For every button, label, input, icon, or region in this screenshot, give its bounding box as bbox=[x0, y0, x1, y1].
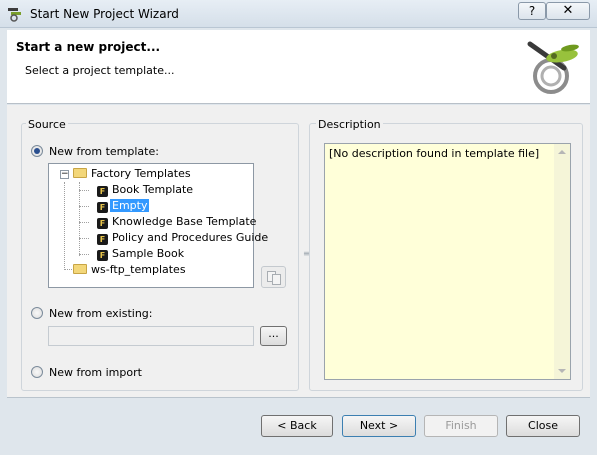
description-text: [No description found in template file] bbox=[329, 147, 540, 160]
window-title: Start New Project Wizard bbox=[30, 7, 179, 21]
tree-node-knowledge-base-template[interactable]: F Knowledge Base Template bbox=[97, 215, 258, 229]
tree-node-factory-templates[interactable]: Factory Templates bbox=[73, 167, 193, 181]
tree-node-label: Sample Book bbox=[112, 247, 185, 260]
template-icon: F bbox=[97, 218, 108, 229]
title-bar[interactable]: Start New Project Wizard ? ✕ bbox=[0, 0, 597, 28]
close-button[interactable]: Close bbox=[506, 415, 580, 437]
copy-template-button[interactable] bbox=[261, 266, 286, 288]
copy-template-icon bbox=[272, 274, 281, 285]
tree-node-book-template[interactable]: F Book Template bbox=[97, 183, 195, 197]
new-from-existing-label[interactable]: New from existing: bbox=[49, 307, 153, 320]
next-button[interactable]: Next > bbox=[342, 415, 416, 437]
window-close-button[interactable]: ✕ bbox=[546, 2, 590, 20]
template-icon: F bbox=[97, 186, 108, 197]
template-icon: F bbox=[97, 250, 108, 261]
new-from-existing-radio[interactable] bbox=[31, 307, 43, 319]
tree-line bbox=[79, 222, 89, 223]
scroll-up-icon[interactable] bbox=[558, 150, 566, 154]
help-button[interactable]: ? bbox=[518, 2, 546, 20]
template-tree[interactable]: − Factory Templates F Book Template F Empt… bbox=[48, 163, 268, 288]
tree-node-sample-book[interactable]: F Sample Book bbox=[97, 247, 186, 261]
new-from-import-radio[interactable] bbox=[31, 366, 43, 378]
folder-icon bbox=[73, 168, 87, 178]
browse-button[interactable]: ... bbox=[260, 326, 287, 346]
template-icon: F bbox=[97, 234, 108, 245]
wizard-plane-icon bbox=[527, 41, 579, 94]
description-scrollbar[interactable] bbox=[554, 144, 570, 379]
page-subtitle: Select a project template... bbox=[25, 64, 175, 77]
scroll-down-icon[interactable] bbox=[558, 369, 566, 373]
tree-line bbox=[79, 182, 80, 256]
wizard-header: Start a new project... Select a project … bbox=[7, 30, 590, 104]
tree-line bbox=[79, 206, 89, 207]
footer-divider bbox=[7, 397, 590, 398]
tree-node-label: Policy and Procedures Guide bbox=[112, 231, 269, 244]
new-from-template-radio[interactable] bbox=[31, 145, 43, 157]
source-group-label: Source bbox=[26, 118, 68, 131]
tree-line bbox=[79, 190, 89, 191]
folder-icon bbox=[73, 264, 87, 274]
tree-line bbox=[64, 182, 65, 270]
finish-button[interactable]: Finish bbox=[424, 415, 498, 437]
tree-line bbox=[79, 238, 89, 239]
tree-node-label: ws-ftp_templates bbox=[91, 263, 186, 276]
tree-node-label: Book Template bbox=[112, 183, 194, 196]
template-icon: F bbox=[97, 202, 108, 213]
new-from-import-label[interactable]: New from import bbox=[49, 366, 142, 379]
description-box[interactable]: [No description found in template file] bbox=[324, 143, 571, 380]
tree-line bbox=[79, 254, 89, 255]
tree-node-label: Knowledge Base Template bbox=[112, 215, 257, 228]
page-title: Start a new project... bbox=[16, 40, 161, 54]
back-button[interactable]: < Back bbox=[261, 415, 333, 437]
tree-node-empty[interactable]: F Empty bbox=[97, 199, 150, 213]
new-from-template-label[interactable]: New from template: bbox=[49, 145, 159, 158]
tree-node-policy-procedures-guide[interactable]: F Policy and Procedures Guide bbox=[97, 231, 270, 245]
tree-node-ws-ftp-templates[interactable]: ws-ftp_templates bbox=[73, 263, 188, 277]
tree-node-label: Factory Templates bbox=[91, 167, 191, 180]
tree-node-label: Empty bbox=[110, 199, 150, 212]
tree-expander-icon[interactable]: − bbox=[60, 170, 69, 179]
description-group-label: Description bbox=[316, 118, 383, 131]
wizard-app-icon bbox=[8, 8, 21, 22]
existing-project-field[interactable] bbox=[48, 326, 254, 346]
